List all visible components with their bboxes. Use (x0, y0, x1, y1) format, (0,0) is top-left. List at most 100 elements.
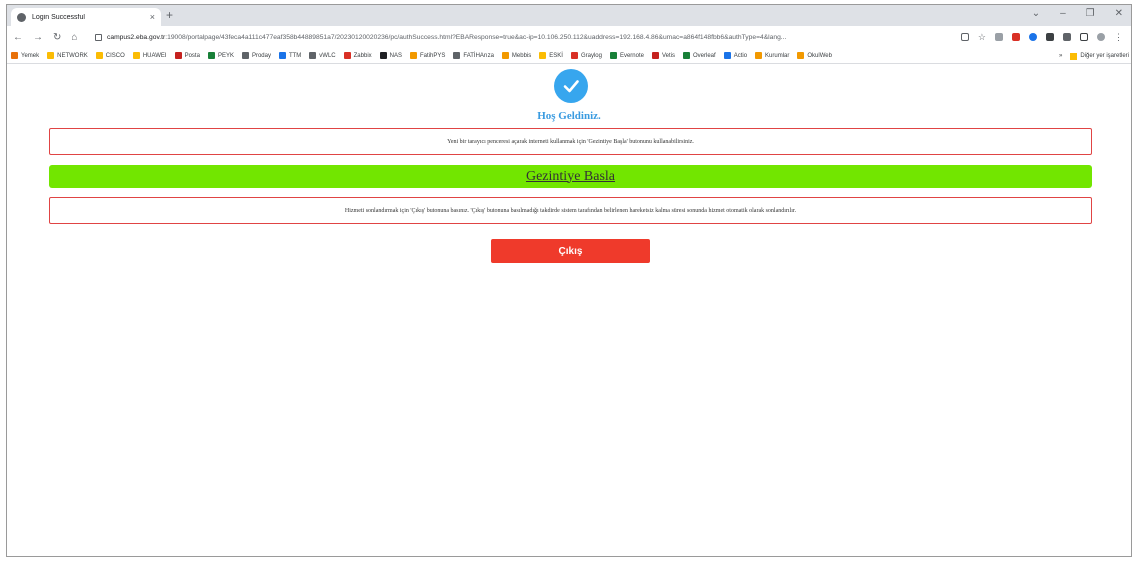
bookmark-label: FatihPYS (420, 52, 446, 59)
sidepanel-icon[interactable] (1080, 33, 1088, 41)
close-window-button[interactable]: ✕ (1115, 7, 1123, 21)
bookmark-item[interactable]: FATİHArıza (453, 52, 494, 59)
bookmark-item[interactable]: CISCO (95, 52, 125, 59)
page-content: Hoş Geldiniz. Yeni bir tarayıcı penceres… (7, 65, 1131, 556)
bookmark-icon (723, 52, 731, 59)
bookmark-icon (651, 52, 659, 59)
bookmark-item[interactable]: Kurumlar (755, 52, 789, 59)
bookmark-icon (174, 52, 182, 59)
extension-dark-icon[interactable] (1046, 33, 1054, 41)
welcome-heading: Hoş Geldiniz. (537, 110, 601, 122)
address-bar[interactable]: campus2.eba.gov.tr :19008/portalpage/43f… (95, 29, 953, 45)
nav-buttons: ← → ↻ ⌂ (7, 32, 95, 43)
info-box-bottom: Hizmeti sonlandırmak için 'Çıkış' butonu… (49, 197, 1092, 224)
profile-icon[interactable] (1097, 33, 1105, 41)
bookmark-icon (379, 52, 387, 59)
exit-button[interactable]: Çıkış (491, 239, 650, 263)
restore-button[interactable]: ❐ (1086, 7, 1095, 21)
bookmark-icon (241, 52, 249, 59)
back-arrow-icon[interactable]: ← (13, 32, 23, 43)
bookmark-icon (453, 52, 461, 59)
url-host: campus2.eba.gov.tr (107, 33, 166, 41)
bookmark-icon (609, 52, 617, 59)
globe-icon (17, 12, 26, 22)
bookmark-label: FATİHArıza (463, 52, 494, 59)
extension-page-icon[interactable] (995, 33, 1003, 41)
start-browsing-button[interactable]: Gezintiye Basla (49, 165, 1092, 188)
bookmark-item[interactable]: Actio (723, 52, 748, 59)
bookmark-icon (343, 52, 351, 59)
extension-blue-icon[interactable] (1029, 33, 1037, 41)
bookmark-item[interactable]: HUAWEI (132, 52, 167, 59)
info-box-top: Yeni bir tarayıcı penceresi açarak inter… (49, 128, 1092, 155)
bookmark-item[interactable]: Zabbix (343, 52, 372, 59)
home-icon[interactable]: ⌂ (71, 32, 77, 43)
window-controls: ⌄ – ❐ ✕ (1032, 7, 1123, 21)
bookmark-item[interactable]: Mebbis (501, 52, 532, 59)
bookmark-label: Vetis (661, 52, 675, 59)
bookmark-label: ESKİ (549, 52, 563, 59)
bookmark-label: Kurumlar (765, 52, 790, 59)
star-icon[interactable]: ☆ (978, 32, 986, 43)
bookmark-item[interactable]: Posta (174, 52, 200, 59)
bookmark-label: Mebbis (511, 52, 532, 59)
bookmark-label: Posta (184, 52, 200, 59)
bookmark-icon (683, 52, 690, 59)
bookmark-label: Overleaf (693, 52, 716, 59)
other-bookmarks[interactable]: Diğer yer işaretleri (1080, 53, 1129, 59)
lock-icon[interactable] (95, 33, 102, 41)
bookmark-label: CISCO (105, 52, 125, 59)
bookmark-label: Graylog (580, 52, 602, 59)
browser-window: Login Successful × + ⌄ – ❐ ✕ ← → ↻ ⌂ cam… (6, 4, 1132, 557)
bookmarks-right: » Diğer yer işaretleri (1052, 48, 1129, 63)
bookmark-icon (755, 52, 763, 59)
tab-title: Login Successful (32, 13, 85, 21)
bookmark-item[interactable]: ESKİ (539, 52, 563, 59)
puzzle-icon[interactable] (1063, 33, 1071, 41)
bookmark-label: vWLC (319, 52, 336, 59)
tab-login-successful[interactable]: Login Successful × (11, 8, 161, 26)
bookmark-item[interactable]: Yemek (11, 52, 39, 59)
folder-icon (1070, 52, 1078, 60)
bookmark-icon (501, 52, 509, 59)
forward-arrow-icon[interactable]: → (33, 32, 43, 43)
bookmark-icon (207, 52, 215, 59)
menu-kebab-icon[interactable]: ⋮ (1114, 32, 1123, 43)
bookmark-icon (570, 52, 578, 59)
bookmark-icon (132, 52, 140, 59)
bookmark-item[interactable]: Overleaf (683, 52, 716, 59)
bookmark-label: Zabbix (353, 52, 372, 59)
bookmark-label: Actio (733, 52, 748, 59)
share-icon[interactable] (960, 33, 969, 41)
reload-icon[interactable]: ↻ (53, 32, 61, 43)
bookmark-label: OkulWeb (807, 52, 832, 59)
close-tab-icon[interactable]: × (150, 12, 155, 22)
bookmark-label: NETWORK (57, 52, 88, 59)
bookmark-item[interactable]: FatihPYS (410, 52, 445, 59)
bookmark-item[interactable]: OkulWeb (797, 52, 832, 59)
bookmark-icon (95, 52, 103, 59)
bookmark-item[interactable]: Proday (241, 52, 271, 59)
bookmark-item[interactable]: Evernote (609, 52, 644, 59)
bookmark-item[interactable]: Graylog (570, 52, 602, 59)
bookmark-item[interactable]: PEYK (207, 52, 234, 59)
chevron-down-icon[interactable]: ⌄ (1032, 7, 1040, 21)
bookmarks-more-button[interactable]: » (1059, 53, 1062, 59)
bookmark-item[interactable]: Vetis (651, 52, 675, 59)
bookmark-label: Yemek (21, 52, 40, 59)
url-path: :19008/portalpage/43feca4a111c477eaf358b… (165, 33, 787, 41)
checkmark-icon (554, 69, 588, 103)
toolbar-icons: ☆ ⋮ (953, 32, 1131, 43)
bookmark-item[interactable]: NAS (379, 52, 402, 59)
bookmark-icon (47, 52, 55, 59)
bookmark-icon (797, 52, 805, 59)
browser-toolbar: ← → ↻ ⌂ campus2.eba.gov.tr :19008/portal… (7, 26, 1131, 48)
extension-red-icon[interactable] (1012, 33, 1020, 41)
bookmark-icon (539, 52, 547, 59)
minimize-button[interactable]: – (1060, 7, 1066, 21)
bookmark-item[interactable]: TTM (278, 52, 301, 59)
bookmark-item[interactable]: NETWORK (47, 52, 88, 59)
new-tab-button[interactable]: + (166, 8, 173, 22)
bookmark-icon (410, 52, 417, 59)
bookmark-item[interactable]: vWLC (309, 52, 336, 59)
